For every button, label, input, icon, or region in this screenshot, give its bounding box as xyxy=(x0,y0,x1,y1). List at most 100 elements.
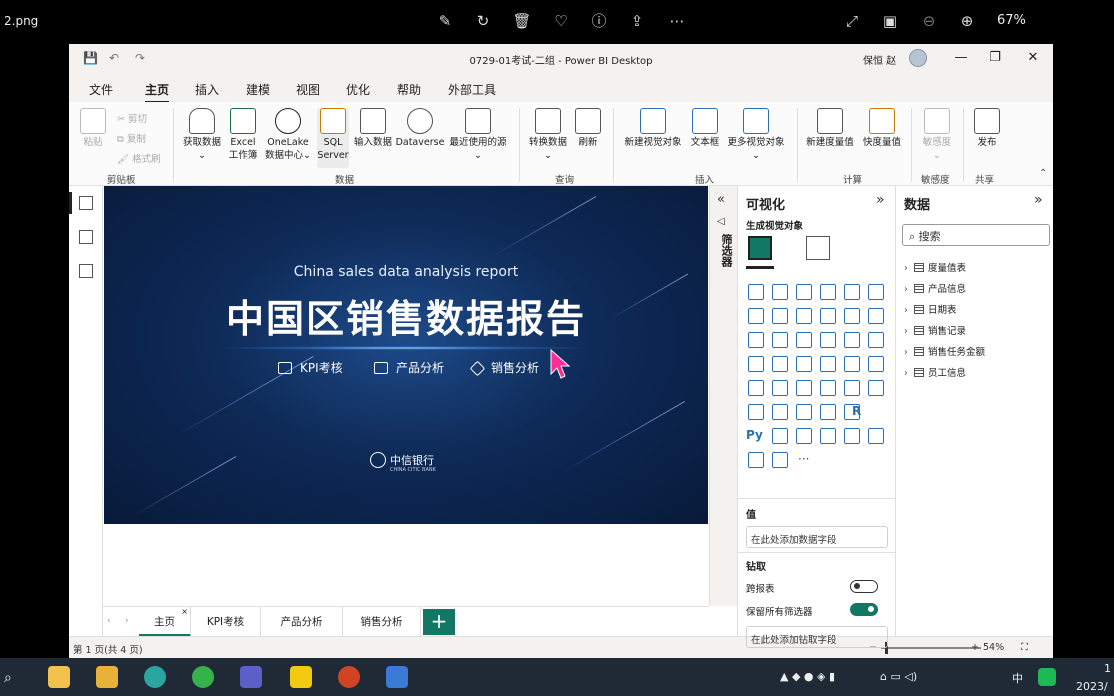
visual-type-icon[interactable] xyxy=(772,404,788,420)
tab-product-analysis[interactable]: 产品分析 xyxy=(261,607,343,637)
menu-home[interactable]: 主页 xyxy=(145,81,170,103)
visual-type-icon[interactable] xyxy=(868,284,884,300)
visual-type-icon[interactable] xyxy=(772,380,788,396)
visual-type-icon[interactable] xyxy=(796,356,812,372)
visual-type-icon[interactable] xyxy=(796,332,812,348)
visual-type-icon[interactable] xyxy=(748,332,764,348)
filters-pane-collapsed[interactable]: « ◁ 筛选器 xyxy=(709,186,737,606)
enter-data-button[interactable]: 输入数据 xyxy=(351,108,395,149)
visual-type-icon[interactable] xyxy=(772,356,788,372)
visual-type-icon[interactable] xyxy=(844,332,860,348)
refresh-button[interactable]: 刷新 xyxy=(573,108,603,149)
cut-button[interactable]: ✂ 剪切 xyxy=(117,111,147,125)
tray-icons[interactable]: ▲ ◆ ● ◈ ▮ xyxy=(780,670,835,683)
tabs-prev-icon[interactable]: ‹ xyxy=(107,616,111,626)
visual-type-icon[interactable] xyxy=(820,428,836,444)
table-item[interactable]: › 日期表 xyxy=(904,302,957,316)
tab-home[interactable]: 主页 × xyxy=(139,607,191,637)
menu-insert[interactable]: 插入 xyxy=(195,81,219,98)
visual-type-icon[interactable] xyxy=(820,332,836,348)
link-sales-analysis[interactable]: 销售分析 xyxy=(469,359,539,377)
visual-type-icon[interactable] xyxy=(772,452,788,468)
table-view-icon[interactable] xyxy=(79,230,93,244)
wechat-icon[interactable] xyxy=(192,666,214,688)
build-visual-tab-icon[interactable] xyxy=(748,236,772,260)
visual-type-icon[interactable] xyxy=(796,428,812,444)
tabs-next-icon[interactable]: › xyxy=(125,616,129,626)
table-item[interactable]: › 销售任务金额 xyxy=(904,344,985,358)
table-item[interactable]: › 员工信息 xyxy=(904,365,966,379)
restore-button[interactable]: ❐ xyxy=(985,50,1005,65)
actual-size-icon[interactable]: ▣ xyxy=(880,11,900,31)
rotate-icon[interactable]: ↻ xyxy=(473,11,493,31)
visual-type-icon[interactable] xyxy=(748,284,764,300)
get-data-button[interactable]: 获取数据 ⌄ xyxy=(179,108,225,162)
edit-image-icon[interactable]: ✎ xyxy=(435,11,455,31)
search-icon[interactable]: ⌕ xyxy=(4,670,12,686)
cross-report-toggle[interactable] xyxy=(850,580,878,593)
favorite-icon[interactable]: ♡ xyxy=(551,11,571,31)
avatar[interactable] xyxy=(909,49,927,67)
menu-external-tools[interactable]: 外部工具 xyxy=(448,81,496,98)
zoom-out-icon[interactable]: ⊖ xyxy=(919,11,939,31)
tab-kpi[interactable]: KPI考核 xyxy=(191,607,261,637)
python-visual-icon[interactable]: Py xyxy=(746,428,763,442)
visual-type-icon[interactable] xyxy=(868,308,884,324)
values-well[interactable]: 在此处添加数据字段 xyxy=(746,526,888,548)
visual-type-icon[interactable] xyxy=(820,356,836,372)
more-visuals-icon[interactable]: ··· xyxy=(798,452,809,466)
visual-type-icon[interactable] xyxy=(820,380,836,396)
powerpoint-icon[interactable] xyxy=(338,666,360,688)
table-item[interactable]: › 产品信息 xyxy=(904,281,966,295)
visual-type-icon[interactable] xyxy=(844,428,860,444)
onelake-hub-button[interactable]: OneLake 数据中心⌄ xyxy=(261,108,315,162)
visual-type-icon[interactable] xyxy=(868,332,884,348)
visual-type-icon[interactable] xyxy=(844,284,860,300)
zoom-in-button[interactable]: + xyxy=(971,642,979,653)
tray-status-icons[interactable]: ⌂ ▭ ◁) xyxy=(880,670,917,683)
table-item[interactable]: › 销售记录 xyxy=(904,323,966,337)
photos-icon[interactable] xyxy=(386,666,408,688)
visual-type-icon[interactable] xyxy=(796,308,812,324)
close-tab-icon[interactable]: × xyxy=(181,597,188,627)
copy-button[interactable]: ⧉ 复制 xyxy=(117,131,146,145)
info-icon[interactable]: ⓘ xyxy=(589,11,609,31)
menu-file[interactable]: 文件 xyxy=(89,81,113,98)
power-bi-icon[interactable] xyxy=(290,666,312,688)
new-visual-button[interactable]: 新建视觉对象 xyxy=(621,108,685,149)
more-icon[interactable]: ⋯ xyxy=(667,11,687,31)
widgets-icon[interactable] xyxy=(48,666,70,688)
link-product-analysis[interactable]: 产品分析 xyxy=(374,359,444,376)
report-view-icon[interactable] xyxy=(79,196,93,210)
paste-button[interactable]: 粘贴 xyxy=(79,108,107,149)
model-view-icon[interactable] xyxy=(79,264,93,278)
format-painter-button[interactable]: 🖌 格式刷 xyxy=(117,151,161,165)
recent-sources-button[interactable]: 最近使用的源 ⌄ xyxy=(445,108,511,162)
table-item[interactable]: › 度量值表 xyxy=(904,260,966,274)
tab-sales-analysis[interactable]: 销售分析 xyxy=(343,607,421,637)
expand-icon[interactable]: » xyxy=(876,192,885,208)
teams-icon[interactable] xyxy=(240,666,262,688)
menu-help[interactable]: 帮助 xyxy=(397,81,421,98)
search-input[interactable]: ⌕ 搜索 xyxy=(902,224,1050,246)
excel-workbook-button[interactable]: Excel 工作簿 xyxy=(225,108,261,162)
report-page[interactable]: China sales data analysis report 中国区销售数据… xyxy=(104,186,708,524)
visual-type-icon[interactable] xyxy=(868,380,884,396)
fullscreen-icon[interactable]: ⤢ xyxy=(842,11,862,31)
visual-type-icon[interactable] xyxy=(748,380,764,396)
textbox-button[interactable]: 文本框 xyxy=(687,108,723,149)
edge-icon[interactable] xyxy=(144,666,166,688)
sensitivity-button[interactable]: 敏感度 ⌄ xyxy=(917,108,957,162)
menu-modeling[interactable]: 建模 xyxy=(246,81,270,98)
zoom-in-icon[interactable]: ⊕ xyxy=(957,11,977,31)
menu-optimize[interactable]: 优化 xyxy=(346,81,370,98)
visual-type-icon[interactable] xyxy=(748,404,764,420)
more-visuals-button[interactable]: 更多视觉对象 ⌄ xyxy=(723,108,789,162)
transform-data-button[interactable]: 转换数据 ⌄ xyxy=(525,108,571,162)
visual-type-icon[interactable] xyxy=(844,308,860,324)
quick-measure-button[interactable]: 快度量值 xyxy=(859,108,905,149)
visual-type-icon[interactable] xyxy=(868,356,884,372)
dataverse-button[interactable]: Dataverse xyxy=(395,108,445,149)
file-explorer-icon[interactable] xyxy=(96,666,118,688)
visual-type-icon[interactable] xyxy=(868,428,884,444)
